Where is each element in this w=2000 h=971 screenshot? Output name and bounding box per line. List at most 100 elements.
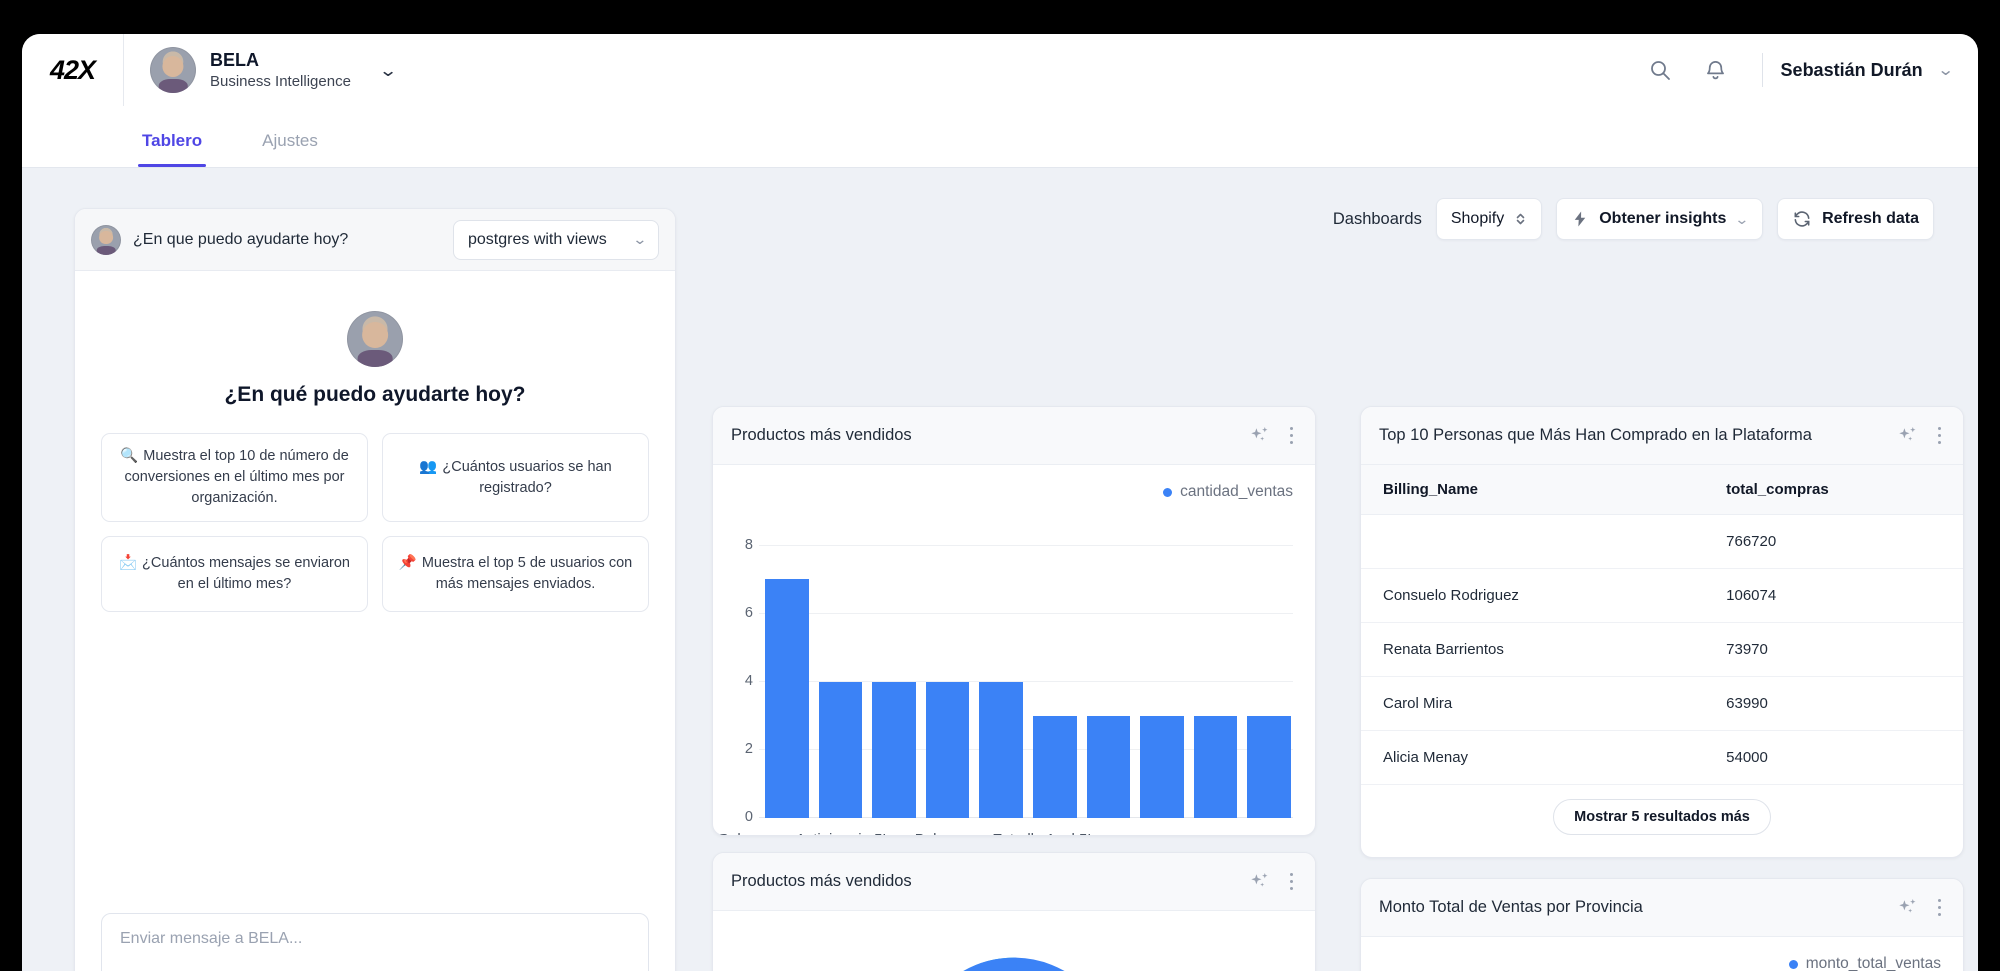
welcome-avatar xyxy=(347,311,403,367)
cell-billing-name xyxy=(1361,514,1705,569)
card-header: Productos más vendidos xyxy=(713,853,1315,911)
refresh-data-button[interactable]: Refresh data xyxy=(1777,198,1934,240)
lightning-icon xyxy=(1574,211,1586,227)
table-row[interactable]: Alicia Menay 54000 xyxy=(1361,730,1963,785)
bell-icon[interactable] xyxy=(1688,42,1744,98)
table-header-row: Billing_Name total_compras xyxy=(1361,465,1963,515)
card-menu-button[interactable] xyxy=(1934,423,1946,449)
cell-total-compras: 63990 xyxy=(1704,676,1963,731)
bar[interactable] xyxy=(1086,715,1131,818)
card-menu-button[interactable] xyxy=(1286,423,1298,449)
suggestion-text: Muestra el top 5 de usuarios con más men… xyxy=(421,555,633,593)
table-row[interactable]: Carol Mira 63990 xyxy=(1361,676,1963,731)
show-more-button[interactable]: Mostrar 5 resultados más xyxy=(1553,799,1771,835)
welcome-block: ¿En qué puedo ayudarte hoy? xyxy=(101,311,649,407)
buyers-table: Billing_Name total_compras 766720 Consuel… xyxy=(1361,465,1963,785)
suggestion-chip[interactable]: 👥 ¿Cuántos usuarios se han registrado? xyxy=(382,433,649,523)
get-insights-label: Obtener insights xyxy=(1599,210,1727,227)
workspace-subtitle: Business Intelligence xyxy=(210,73,351,91)
card-header: Productos más vendidos xyxy=(713,407,1315,465)
suggestion-emoji: 👥 xyxy=(419,458,438,475)
get-insights-button[interactable]: Obtener insights ⌄ xyxy=(1556,198,1764,240)
card-province-sales: Monto Total de Ventas por Provincia mont… xyxy=(1360,878,1964,971)
sparkle-icon[interactable] xyxy=(1248,424,1272,448)
chevron-updown-icon xyxy=(1516,213,1525,225)
y-tick-label: 0 xyxy=(744,809,753,825)
suggestion-grid: 🔍 Muestra el top 10 de número de conversi… xyxy=(101,433,649,613)
chat-header: ¿En que puedo ayudarte hoy? postgres wit… xyxy=(75,209,675,271)
sparkle-icon[interactable] xyxy=(1248,870,1272,894)
bar-chart: 8 6 4 2 0 Bolso seco Actinia roja 5L Bol… xyxy=(713,465,1315,835)
y-tick-label: 8 xyxy=(744,537,753,553)
divider xyxy=(1761,53,1763,87)
card-body: monto_total_ventas 00000 00000 xyxy=(1361,937,1963,971)
tab-bar: Tablero Ajustes xyxy=(22,106,1978,168)
message-input[interactable]: Enviar mensaje a BELA... xyxy=(102,914,648,971)
sparkle-icon[interactable] xyxy=(1896,424,1920,448)
card-body: 11 xyxy=(713,911,1315,971)
bar[interactable] xyxy=(765,579,809,818)
cell-billing-name: Carol Mira xyxy=(1361,676,1705,731)
chat-body: ¿En qué puedo ayudarte hoy? 🔍 Muestra el … xyxy=(75,271,675,913)
welcome-title: ¿En qué puedo ayudarte hoy? xyxy=(224,383,526,406)
app-window: 42X BELA Business Intelligence ⌄ Sebasti… xyxy=(22,34,1978,971)
cell-billing-name: Consuelo Rodriguez xyxy=(1361,568,1705,623)
suggestion-text: ¿Cuántos mensajes se enviaron en el últi… xyxy=(142,555,350,593)
table-row[interactable]: Consuelo Rodriguez 106074 xyxy=(1361,568,1963,623)
y-tick-label: 6 xyxy=(744,605,753,621)
search-icon[interactable] xyxy=(1632,42,1688,98)
bar[interactable] xyxy=(872,681,916,818)
card-menu-button[interactable] xyxy=(1286,869,1298,895)
workspace-name: BELA xyxy=(210,49,259,70)
bar[interactable] xyxy=(1247,715,1291,818)
chevron-down-icon[interactable]: ⌄ xyxy=(1937,60,1954,80)
column-header-name[interactable]: Billing_Name xyxy=(1361,465,1705,515)
dashboards-label: Dashboards xyxy=(1332,209,1422,228)
card-header: Monto Total de Ventas por Provincia xyxy=(1361,879,1963,937)
bar-chart: 00000 00000 xyxy=(1361,937,1963,971)
suggestion-chip[interactable]: 📌 Muestra el top 5 de usuarios con más me… xyxy=(382,536,649,613)
card-menu-button[interactable] xyxy=(1934,895,1946,921)
bar[interactable] xyxy=(1193,715,1238,818)
refresh-icon xyxy=(1794,211,1810,227)
chevron-down-icon: ⌄ xyxy=(1734,210,1750,227)
bar[interactable] xyxy=(1032,715,1077,818)
bar[interactable] xyxy=(979,681,1023,818)
card-top-buyers: Top 10 Personas que Más Han Comprado en … xyxy=(1360,406,1964,858)
cell-billing-name: Alicia Menay xyxy=(1361,730,1705,785)
cell-total-compras: 73970 xyxy=(1704,622,1963,677)
x-axis-labels: Bolso seco Actinia roja 5L Bolso seco Es… xyxy=(719,831,1096,835)
tab-tablero[interactable]: Tablero xyxy=(124,131,220,167)
card-title: Productos más vendidos xyxy=(731,426,912,444)
card-title: Monto Total de Ventas por Provincia xyxy=(1379,898,1643,916)
suggestion-chip[interactable]: 🔍 Muestra el top 10 de número de conversi… xyxy=(101,433,368,523)
y-tick-label: 2 xyxy=(744,741,753,757)
bar[interactable] xyxy=(818,681,863,818)
tab-ajustes[interactable]: Ajustes xyxy=(244,131,336,167)
dashboard-select-value: Shopify xyxy=(1450,210,1505,227)
sparkle-icon[interactable] xyxy=(1896,896,1920,920)
chat-header-question: ¿En que puedo ayudarte hoy? xyxy=(133,230,349,248)
workspace-avatar xyxy=(150,47,196,93)
chevron-down-icon[interactable]: ⌄ xyxy=(378,62,397,79)
app-logo[interactable]: 42X xyxy=(22,34,124,106)
card-body: Billing_Name total_compras 766720 Consuel… xyxy=(1361,465,1963,857)
workspace-switcher[interactable]: BELA Business Intelligence ⌄ xyxy=(124,47,398,93)
dashboard-toolbar: Dashboards Shopify Obtener insights ⌄ Re… xyxy=(1333,198,1934,240)
column-header-total[interactable]: total_compras xyxy=(1704,465,1963,515)
bar[interactable] xyxy=(1140,715,1184,818)
table-row[interactable]: 766720 xyxy=(1361,514,1963,569)
database-select[interactable]: postgres with views ⌄ xyxy=(453,219,659,260)
table-row[interactable]: Renata Barrientos 73970 xyxy=(1361,622,1963,677)
user-menu-label[interactable]: Sebastián Durán xyxy=(1781,60,1923,81)
chevron-down-icon: ⌄ xyxy=(632,231,648,247)
suggestion-chip[interactable]: 📩 ¿Cuántos mensajes se enviaron en el últ… xyxy=(101,536,368,613)
bar-series xyxy=(765,545,1291,818)
card-body: cantidad_ventas 8 6 4 2 0 Bo xyxy=(713,465,1315,835)
chat-composer: Enviar mensaje a BELA... Subir .CSV f xyxy=(101,913,649,971)
donut-chart xyxy=(713,945,1315,971)
database-select-value: postgres with views xyxy=(468,230,607,248)
dashboard-select[interactable]: Shopify xyxy=(1435,198,1543,240)
bar[interactable] xyxy=(925,681,970,818)
page-content: ¿En que puedo ayudarte hoy? postgres wit… xyxy=(22,168,1978,971)
